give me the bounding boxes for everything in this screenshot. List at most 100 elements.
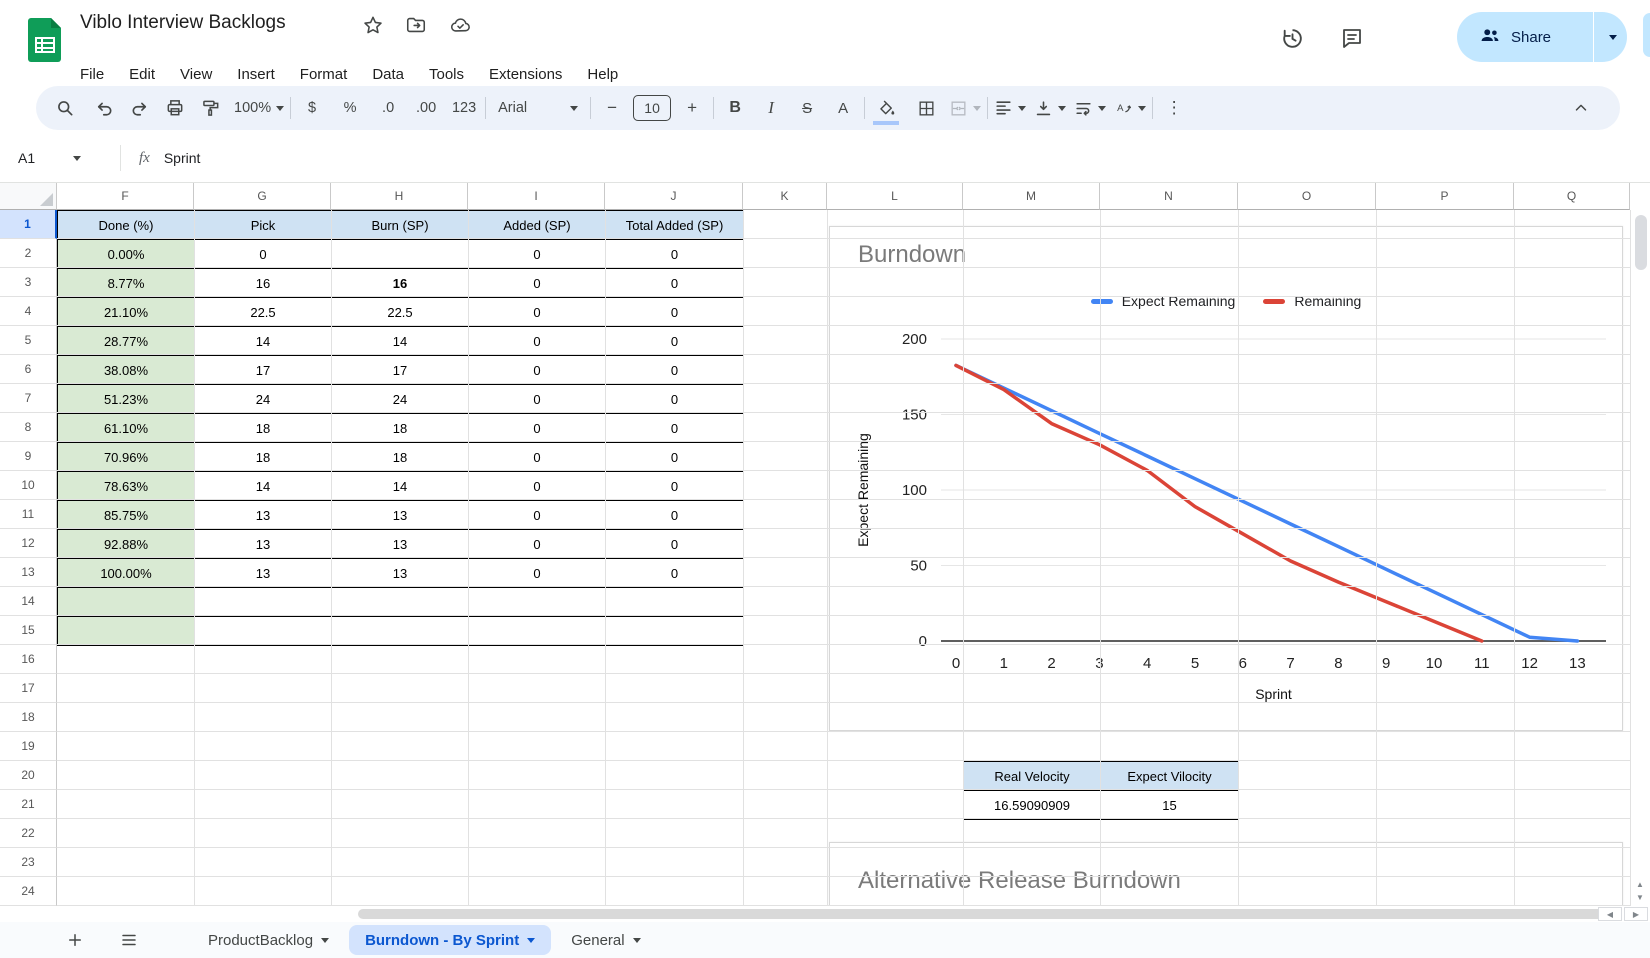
print-icon[interactable] (160, 93, 190, 123)
table-cell[interactable]: 17 (194, 355, 332, 385)
row-header-16[interactable]: 16 (0, 645, 57, 674)
share-dropdown[interactable] (1594, 12, 1627, 62)
table-cell[interactable] (57, 616, 195, 646)
table-header-cell[interactable]: Burn (SP) (331, 210, 469, 240)
vertical-align-button[interactable] (1034, 93, 1067, 123)
menu-help[interactable]: Help (579, 62, 626, 87)
redo-icon[interactable] (124, 93, 154, 123)
table-cell[interactable]: 61.10% (57, 413, 195, 443)
row-header-8[interactable]: 8 (0, 413, 57, 442)
column-header-H[interactable]: H (331, 183, 468, 210)
row-header-13[interactable]: 13 (0, 558, 57, 587)
all-sheets-button[interactable] (112, 925, 146, 955)
row-header-4[interactable]: 4 (0, 297, 57, 326)
table-header-cell[interactable]: Real Velocity (963, 761, 1101, 791)
table-cell[interactable]: 0 (194, 239, 332, 269)
horizontal-scrollbar-thumb[interactable] (358, 909, 1620, 919)
table-cell[interactable]: 0 (605, 355, 744, 385)
row-header-22[interactable]: 22 (0, 819, 57, 848)
row-header-9[interactable]: 9 (0, 442, 57, 471)
table-cell[interactable]: 0 (468, 413, 606, 443)
table-cell[interactable]: 0 (468, 558, 606, 588)
row-header-24[interactable]: 24 (0, 877, 57, 906)
version-history-icon[interactable] (1270, 16, 1314, 60)
table-cell[interactable] (194, 616, 332, 646)
text-wrap-button[interactable] (1074, 93, 1107, 123)
table-cell[interactable]: 0 (468, 355, 606, 385)
table-cell[interactable]: 0 (468, 268, 606, 298)
table-cell[interactable]: 85.75% (57, 500, 195, 530)
row-header-23[interactable]: 23 (0, 848, 57, 877)
table-cell[interactable]: 14 (194, 471, 332, 501)
table-cell[interactable]: 21.10% (57, 297, 195, 327)
row-header-14[interactable]: 14 (0, 587, 57, 616)
borders-button[interactable] (911, 93, 941, 123)
table-cell[interactable] (331, 239, 469, 269)
table-cell[interactable] (468, 616, 606, 646)
table-cell[interactable]: 0 (605, 297, 744, 327)
menu-format[interactable]: Format (292, 62, 356, 87)
table-cell[interactable]: 70.96% (57, 442, 195, 472)
table-cell[interactable]: 0.00% (57, 239, 195, 269)
table-header-cell[interactable]: Expect Vilocity (1100, 761, 1239, 791)
column-header-N[interactable]: N (1100, 183, 1238, 210)
horizontal-scrollbar[interactable]: ◀ ▶ (0, 906, 1650, 922)
decrease-decimal-button[interactable]: .0 (373, 93, 403, 123)
strikethrough-button[interactable]: S (792, 93, 822, 123)
column-header-I[interactable]: I (468, 183, 605, 210)
table-cell[interactable]: 28.77% (57, 326, 195, 356)
table-cell[interactable]: 78.63% (57, 471, 195, 501)
share-button[interactable]: Share (1457, 12, 1627, 62)
sheet-tab-productbacklog[interactable]: ProductBacklog (192, 925, 345, 955)
table-cell[interactable]: 0 (468, 326, 606, 356)
collapse-toolbar-icon[interactable] (1566, 93, 1596, 123)
scroll-right-icon[interactable]: ▶ (1624, 907, 1648, 921)
row-header-10[interactable]: 10 (0, 471, 57, 500)
cloud-saved-icon[interactable] (448, 14, 473, 36)
name-box[interactable]: A1 (0, 150, 110, 166)
burndown-chart[interactable]: Burndown Expect Remaining Remaining 0 50 10… (829, 226, 1623, 731)
table-cell[interactable]: 0 (605, 413, 744, 443)
table-cell[interactable]: 16 (331, 268, 469, 298)
menu-file[interactable]: File (72, 62, 112, 87)
table-cell[interactable]: 0 (468, 239, 606, 269)
row-header-18[interactable]: 18 (0, 703, 57, 732)
table-cell[interactable]: 13 (331, 558, 469, 588)
merge-cells-button[interactable] (949, 93, 982, 123)
zoom-select[interactable]: 100% (234, 93, 285, 123)
scroll-left-icon[interactable]: ◀ (1598, 907, 1622, 921)
table-cell[interactable] (605, 616, 744, 646)
table-cell[interactable]: 14 (194, 326, 332, 356)
comments-icon[interactable] (1330, 16, 1374, 60)
more-options-icon[interactable]: ⋮ (1159, 93, 1189, 123)
text-rotation-button[interactable]: A (1114, 93, 1147, 123)
spreadsheet-grid[interactable]: Done (%) Pick Burn (SP) Added (SP) Total Add… (0, 183, 1650, 906)
row-header-1[interactable]: 1 (0, 210, 57, 239)
table-cell[interactable]: 0 (605, 558, 744, 588)
clipped-account-button[interactable] (1643, 13, 1650, 57)
table-cell[interactable]: 13 (331, 529, 469, 559)
row-header-11[interactable]: 11 (0, 500, 57, 529)
table-cell[interactable]: 0 (468, 297, 606, 327)
table-cell[interactable]: 18 (331, 442, 469, 472)
table-header-cell[interactable]: Done (%) (57, 210, 195, 240)
row-header-2[interactable]: 2 (0, 239, 57, 268)
table-cell[interactable] (331, 616, 469, 646)
alternative-burndown-chart[interactable]: Alternative Release Burndown (829, 842, 1623, 906)
move-folder-icon[interactable] (404, 14, 428, 36)
column-header-L[interactable]: L (827, 183, 963, 210)
table-cell[interactable] (194, 587, 332, 617)
scroll-up-icon[interactable]: ▲ (1636, 880, 1644, 889)
table-cell[interactable]: 0 (605, 268, 744, 298)
table-cell[interactable]: 92.88% (57, 529, 195, 559)
table-cell[interactable] (468, 587, 606, 617)
column-header-G[interactable]: G (194, 183, 331, 210)
table-cell[interactable]: 0 (468, 471, 606, 501)
table-cell[interactable]: 0 (605, 471, 744, 501)
sheets-logo-icon[interactable] (28, 17, 62, 63)
table-cell[interactable]: 0 (468, 500, 606, 530)
table-cell[interactable]: 0 (605, 442, 744, 472)
row-header-6[interactable]: 6 (0, 355, 57, 384)
table-cell[interactable]: 15 (1100, 790, 1239, 820)
sheet-tab-burndown-by-sprint[interactable]: Burndown - By Sprint (349, 925, 552, 955)
